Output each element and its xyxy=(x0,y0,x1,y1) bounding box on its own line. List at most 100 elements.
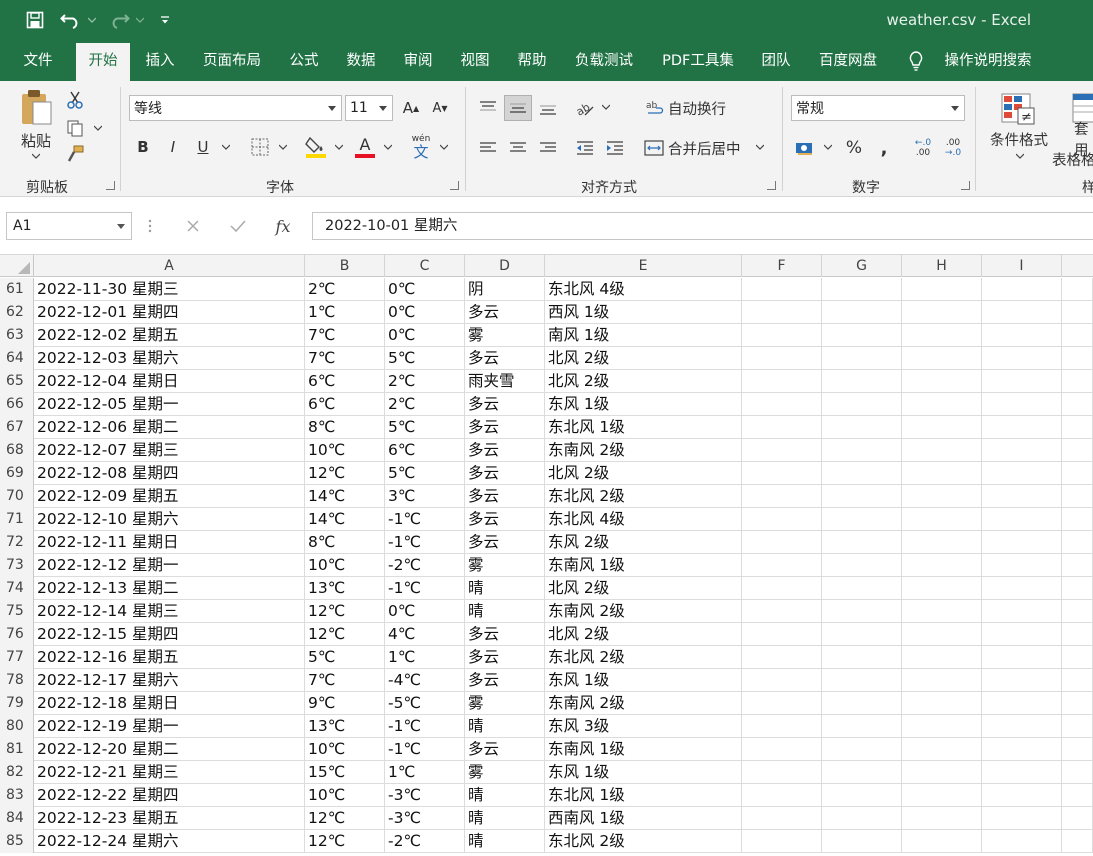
cell-e[interactable]: 东风 3级 xyxy=(545,715,742,738)
cell-e[interactable]: 东北风 1级 xyxy=(545,416,742,439)
cell-d[interactable]: 晴 xyxy=(465,784,545,807)
cell-empty[interactable] xyxy=(742,347,822,370)
orientation-dropdown-icon[interactable] xyxy=(600,101,612,113)
cell-a[interactable]: 2022-12-12 星期一 xyxy=(34,554,305,577)
tab-baidu-netdisk[interactable]: 百度网盘 xyxy=(808,41,888,81)
cell-empty[interactable] xyxy=(902,301,982,324)
cell-empty[interactable] xyxy=(1062,462,1093,485)
cell-b[interactable]: 12℃ xyxy=(305,623,385,646)
cell-e[interactable]: 东风 1级 xyxy=(545,761,742,784)
cell-empty[interactable] xyxy=(982,393,1062,416)
cell-empty[interactable] xyxy=(742,692,822,715)
cell-b[interactable]: 9℃ xyxy=(305,692,385,715)
formula-input[interactable]: 2022-10-01 星期六 xyxy=(312,212,1093,240)
cell-d[interactable]: 晴 xyxy=(465,830,545,853)
cell-empty[interactable] xyxy=(822,278,902,301)
cell-empty[interactable] xyxy=(902,577,982,600)
cell-empty[interactable] xyxy=(742,416,822,439)
cell-b[interactable]: 12℃ xyxy=(305,600,385,623)
cell-a[interactable]: 2022-12-01 星期四 xyxy=(34,301,305,324)
fill-color-icon[interactable] xyxy=(303,133,329,161)
conditional-formatting-button[interactable]: 条件格式 xyxy=(984,129,1054,149)
cell-empty[interactable] xyxy=(902,692,982,715)
confirm-entry-icon[interactable] xyxy=(225,214,251,238)
cell-empty[interactable] xyxy=(982,462,1062,485)
cell-d[interactable]: 雾 xyxy=(465,324,545,347)
cell-empty[interactable] xyxy=(982,692,1062,715)
cell-c[interactable]: 2℃ xyxy=(385,393,465,416)
cell-empty[interactable] xyxy=(742,715,822,738)
cell-empty[interactable] xyxy=(982,784,1062,807)
cell-empty[interactable] xyxy=(1062,646,1093,669)
format-as-table-label-2[interactable]: 表格格式 xyxy=(1052,149,1093,169)
redo-icon[interactable] xyxy=(106,9,132,31)
cell-d[interactable]: 多云 xyxy=(465,347,545,370)
column-header-f[interactable]: F xyxy=(742,255,822,277)
cell-e[interactable]: 东北风 2级 xyxy=(545,646,742,669)
align-center-icon[interactable] xyxy=(506,135,530,161)
cell-empty[interactable] xyxy=(822,738,902,761)
cell-d[interactable]: 阴 xyxy=(465,278,545,301)
cell-e[interactable]: 东风 1级 xyxy=(545,669,742,692)
cell-empty[interactable] xyxy=(902,278,982,301)
cell-c[interactable]: 3℃ xyxy=(385,485,465,508)
cell-empty[interactable] xyxy=(982,508,1062,531)
cell-d[interactable]: 多云 xyxy=(465,738,545,761)
fill-color-dropdown-icon[interactable] xyxy=(333,141,345,153)
tell-me-search[interactable]: 操作说明搜索 xyxy=(936,41,1040,81)
cell-empty[interactable] xyxy=(822,669,902,692)
font-color-button[interactable]: A xyxy=(352,133,378,161)
cell-c[interactable]: 4℃ xyxy=(385,623,465,646)
cell-c[interactable]: -1℃ xyxy=(385,715,465,738)
tab-view[interactable]: 视图 xyxy=(451,41,499,81)
cell-a[interactable]: 2022-12-10 星期六 xyxy=(34,508,305,531)
cell-empty[interactable] xyxy=(742,761,822,784)
cell-c[interactable]: 2℃ xyxy=(385,370,465,393)
cell-empty[interactable] xyxy=(902,600,982,623)
cell-c[interactable]: -1℃ xyxy=(385,508,465,531)
row-header[interactable]: 69 xyxy=(0,462,34,485)
cell-empty[interactable] xyxy=(1062,531,1093,554)
cell-empty[interactable] xyxy=(1062,416,1093,439)
cell-e[interactable]: 东南风 2级 xyxy=(545,439,742,462)
cell-b[interactable]: 7℃ xyxy=(305,669,385,692)
cell-c[interactable]: 5℃ xyxy=(385,347,465,370)
underline-button[interactable]: U xyxy=(192,135,214,159)
row-header[interactable]: 68 xyxy=(0,439,34,462)
tab-pdf-tools[interactable]: PDF工具集 xyxy=(652,41,744,81)
cell-empty[interactable] xyxy=(1062,623,1093,646)
cell-a[interactable]: 2022-12-14 星期三 xyxy=(34,600,305,623)
cell-d[interactable]: 晴 xyxy=(465,600,545,623)
conditional-formatting-icon[interactable]: ≠ xyxy=(998,91,1038,127)
copy-icon[interactable] xyxy=(64,117,86,139)
cell-b[interactable]: 10℃ xyxy=(305,554,385,577)
tab-help[interactable]: 帮助 xyxy=(508,41,556,81)
tab-home[interactable]: 开始 xyxy=(76,43,130,81)
row-header[interactable]: 76 xyxy=(0,623,34,646)
row-header[interactable]: 67 xyxy=(0,416,34,439)
cell-empty[interactable] xyxy=(1062,600,1093,623)
cell-empty[interactable] xyxy=(742,669,822,692)
comma-style-button[interactable]: , xyxy=(874,135,894,161)
row-header[interactable]: 83 xyxy=(0,784,34,807)
tab-team[interactable]: 团队 xyxy=(753,41,799,81)
align-top-icon[interactable] xyxy=(476,95,500,121)
cell-empty[interactable] xyxy=(1062,577,1093,600)
cell-empty[interactable] xyxy=(742,324,822,347)
undo-dropdown-icon[interactable] xyxy=(87,9,97,31)
cell-empty[interactable] xyxy=(982,485,1062,508)
cell-empty[interactable] xyxy=(742,646,822,669)
cell-empty[interactable] xyxy=(822,577,902,600)
cancel-entry-icon[interactable] xyxy=(180,214,206,238)
shrink-font-button[interactable]: A ▼ xyxy=(428,96,452,120)
cell-a[interactable]: 2022-12-11 星期日 xyxy=(34,531,305,554)
cell-empty[interactable] xyxy=(1062,761,1093,784)
cell-empty[interactable] xyxy=(1062,830,1093,853)
cell-empty[interactable] xyxy=(822,439,902,462)
percent-button[interactable]: % xyxy=(842,135,866,161)
cell-empty[interactable] xyxy=(822,692,902,715)
cell-empty[interactable] xyxy=(982,715,1062,738)
cell-d[interactable]: 多云 xyxy=(465,485,545,508)
cell-d[interactable]: 多云 xyxy=(465,439,545,462)
cell-empty[interactable] xyxy=(902,347,982,370)
